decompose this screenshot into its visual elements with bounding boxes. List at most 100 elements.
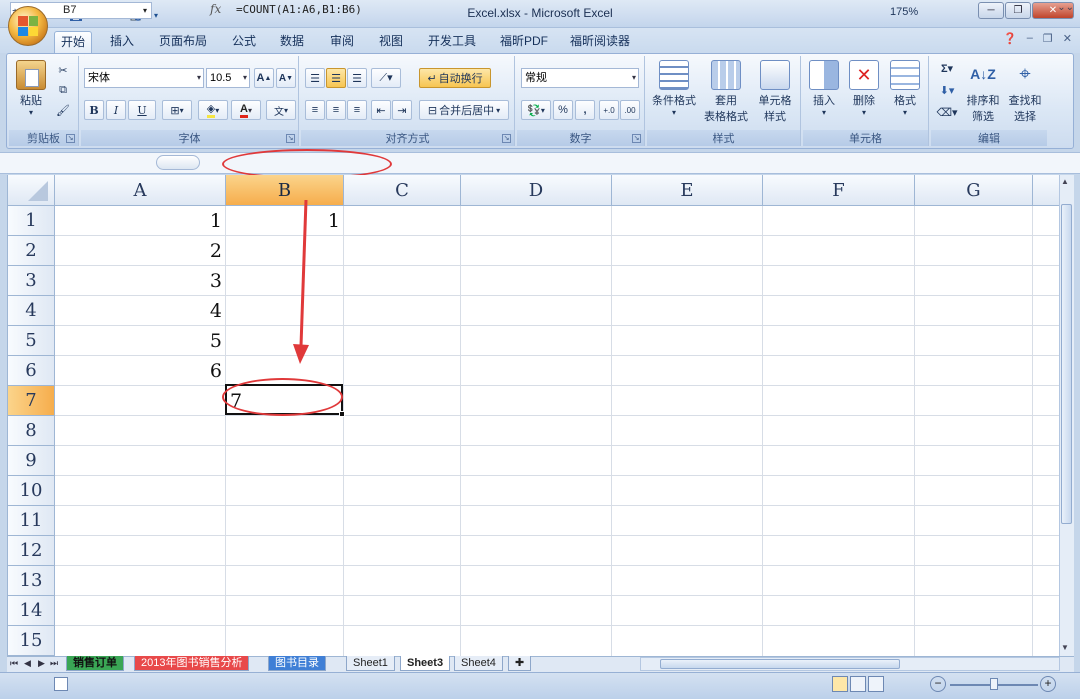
- italic-button[interactable]: I: [106, 100, 126, 120]
- font-size-select[interactable]: 10.5 ▾: [206, 68, 250, 88]
- paste-button[interactable]: 粘贴 ▾: [13, 58, 49, 117]
- tab-page-layout[interactable]: 页面布局: [153, 31, 213, 53]
- formula-input[interactable]: =COUNT(A1:A6,B1:B6): [236, 2, 362, 18]
- prev-sheet-icon[interactable]: ◀: [24, 658, 31, 669]
- row-header-2[interactable]: 2: [8, 236, 55, 266]
- expand-formula-bar-icon[interactable]: ⌄⌄: [1057, 2, 1074, 13]
- find-select-button[interactable]: ⌖ 查找和 选择: [1005, 58, 1045, 124]
- cell-a5[interactable]: 5: [56, 326, 222, 356]
- cell-a2[interactable]: 2: [56, 236, 222, 266]
- autosum-icon[interactable]: Σ▾: [935, 58, 959, 78]
- increase-indent-icon[interactable]: ⇥: [392, 100, 412, 120]
- sheet-tab-sheet4[interactable]: Sheet4: [454, 656, 503, 671]
- insert-function-icon[interactable]: fx: [210, 2, 221, 16]
- increase-decimal-icon[interactable]: +.0: [599, 100, 619, 120]
- page-layout-view-icon[interactable]: [850, 676, 866, 692]
- normal-view-icon[interactable]: [832, 676, 848, 692]
- format-painter-icon[interactable]: 🖌: [53, 100, 73, 120]
- zoom-in-icon[interactable]: +: [1040, 676, 1056, 692]
- underline-button[interactable]: U: [128, 100, 156, 120]
- tab-review[interactable]: 审阅: [324, 31, 360, 53]
- borders-button[interactable]: ⊞ ▾: [162, 100, 192, 120]
- column-header-d[interactable]: D: [461, 175, 612, 206]
- tab-foxit-reader[interactable]: 福昕阅读器: [564, 31, 636, 53]
- column-header-e[interactable]: E: [612, 175, 763, 206]
- cell-a3[interactable]: 3: [56, 266, 222, 296]
- row-header-15[interactable]: 15: [8, 626, 55, 656]
- format-as-table-button[interactable]: 套用 表格格式: [701, 58, 751, 124]
- cell-a4[interactable]: 4: [56, 296, 222, 326]
- align-top-icon[interactable]: ☰: [305, 68, 325, 88]
- align-bottom-icon[interactable]: ☰: [347, 68, 367, 88]
- row-header-9[interactable]: 9: [8, 446, 55, 476]
- cut-icon[interactable]: ✂: [53, 60, 73, 80]
- merge-center-button[interactable]: ⊟ 合并后居中 ▾: [419, 100, 509, 120]
- number-format-select[interactable]: 常规 ▾: [521, 68, 639, 88]
- minimize-icon[interactable]: ─: [978, 2, 1004, 19]
- column-header-c[interactable]: C: [344, 175, 461, 206]
- select-all-corner[interactable]: [8, 175, 55, 206]
- cell-a1[interactable]: 1: [56, 206, 222, 236]
- column-header-partial[interactable]: [1033, 175, 1059, 206]
- decrease-indent-icon[interactable]: ⇤: [371, 100, 391, 120]
- sheet-tab-sales-orders[interactable]: 销售订单: [66, 656, 124, 671]
- ribbon-minimize-icon[interactable]: –: [1027, 32, 1033, 45]
- copy-icon[interactable]: ⧉: [53, 80, 73, 100]
- comma-button[interactable]: ,: [575, 100, 595, 120]
- sheet-tab-sheet1[interactable]: Sheet1: [346, 656, 395, 671]
- row-header-7[interactable]: 7: [8, 386, 55, 416]
- grow-font-button[interactable]: A ▲: [254, 68, 274, 88]
- alignment-launcher-icon[interactable]: ↘: [502, 134, 511, 143]
- formula-bar-splitter[interactable]: [156, 155, 200, 170]
- number-launcher-icon[interactable]: ↘: [632, 134, 641, 143]
- scroll-up-icon[interactable]: ▲: [1061, 177, 1069, 186]
- align-center-icon[interactable]: ≡: [326, 100, 346, 120]
- clipboard-launcher-icon[interactable]: ↘: [66, 134, 75, 143]
- tab-data[interactable]: 数据: [274, 31, 310, 53]
- row-header-1[interactable]: 1: [8, 206, 55, 236]
- help-icon[interactable]: ❓: [1003, 32, 1017, 45]
- align-middle-icon[interactable]: ☰: [326, 68, 346, 88]
- percent-button[interactable]: %: [553, 100, 573, 120]
- conditional-formatting-button[interactable]: 条件格式 ▾: [649, 58, 699, 117]
- row-header-14[interactable]: 14: [8, 596, 55, 626]
- align-right-icon[interactable]: ≡: [347, 100, 367, 120]
- wrap-text-button[interactable]: ↵ 自动换行: [419, 68, 491, 88]
- first-sheet-icon[interactable]: ⏮: [10, 658, 18, 669]
- insert-cells-button[interactable]: 插入 ▾: [805, 58, 843, 117]
- row-header-13[interactable]: 13: [8, 566, 55, 596]
- delete-cells-button[interactable]: ✕ 删除 ▾: [845, 58, 883, 117]
- column-header-g[interactable]: G: [915, 175, 1033, 206]
- ribbon-restore-icon[interactable]: ❐: [1043, 32, 1053, 45]
- row-header-6[interactable]: 6: [8, 356, 55, 386]
- tab-view[interactable]: 视图: [373, 31, 409, 53]
- scroll-down-icon[interactable]: ▼: [1061, 643, 1069, 652]
- last-sheet-icon[interactable]: ⏭: [50, 658, 58, 669]
- font-color-button[interactable]: A ▾: [231, 100, 261, 120]
- bold-button[interactable]: B: [84, 100, 104, 120]
- tab-developer[interactable]: 开发工具: [422, 31, 482, 53]
- fill-icon[interactable]: ⬇▾: [935, 80, 959, 100]
- insert-sheet-icon[interactable]: ✚: [508, 656, 532, 671]
- zoom-slider-thumb[interactable]: [990, 678, 998, 690]
- cell-a6[interactable]: 6: [56, 356, 222, 386]
- sheet-tab-book-catalog[interactable]: 图书目录: [268, 656, 326, 671]
- decrease-decimal-icon[interactable]: .00: [620, 100, 640, 120]
- worksheet-grid[interactable]: A B C D E F G 1 2 3 4 5 6 7 8 9 10 11 12…: [7, 175, 1059, 656]
- row-header-11[interactable]: 11: [8, 506, 55, 536]
- orientation-icon[interactable]: ⟋▾: [371, 68, 401, 88]
- zoom-level[interactable]: 175%: [890, 6, 918, 18]
- clear-icon[interactable]: ⌫▾: [935, 102, 959, 122]
- fill-color-button[interactable]: ◈ ▾: [198, 100, 228, 120]
- horizontal-scroll-thumb[interactable]: [660, 659, 900, 669]
- phonetic-button[interactable]: 文 ▾: [266, 100, 296, 120]
- sheet-tab-sheet3[interactable]: Sheet3: [400, 656, 451, 671]
- tab-foxit-pdf[interactable]: 福昕PDF: [494, 31, 554, 53]
- column-header-b[interactable]: B: [226, 175, 344, 206]
- font-launcher-icon[interactable]: ↘: [286, 134, 295, 143]
- cell-b1[interactable]: 1: [227, 206, 340, 236]
- currency-button[interactable]: 💱 ▾: [521, 100, 551, 120]
- sort-filter-button[interactable]: A↓Z 排序和 筛选: [963, 58, 1003, 124]
- row-header-3[interactable]: 3: [8, 266, 55, 296]
- vertical-scroll-thumb[interactable]: [1061, 204, 1072, 524]
